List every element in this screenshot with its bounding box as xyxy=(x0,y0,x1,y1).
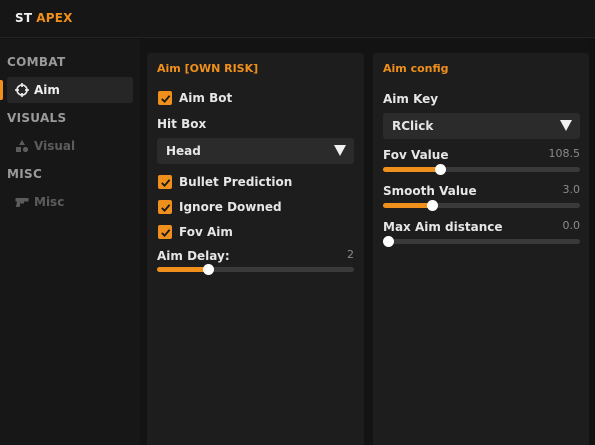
gun-icon xyxy=(15,195,29,209)
slider-handle[interactable] xyxy=(435,164,447,175)
check-icon xyxy=(158,225,172,239)
max-aim-distance-readout: 0.0 xyxy=(562,219,581,232)
aim-bot-checkbox[interactable]: Aim Bot xyxy=(158,91,232,105)
sidebar: COMBAT Aim VISUALS Visual MISC Misc xyxy=(0,39,140,445)
aim-config-title: Aim config xyxy=(383,62,449,75)
sidebar-item-aim[interactable]: Aim xyxy=(7,77,133,103)
app-title-part1: ST xyxy=(15,11,33,25)
title-bar: ST APEX xyxy=(0,0,595,38)
app-title: ST APEX xyxy=(15,11,73,25)
sidebar-section-visuals: VISUALS xyxy=(7,111,67,125)
bullet-prediction-checkbox[interactable]: Bullet Prediction xyxy=(158,175,292,189)
max-aim-distance-slider[interactable] xyxy=(383,236,580,247)
check-icon xyxy=(158,175,172,189)
sidebar-item-label: Aim xyxy=(34,83,60,97)
aim-panel: Aim [OWN RISK] Aim Bot Hit Box Head Bull… xyxy=(147,53,364,445)
smooth-value-label: Smooth Value xyxy=(383,184,477,198)
sidebar-item-misc[interactable]: Misc xyxy=(7,189,133,215)
check-icon xyxy=(158,91,172,105)
aim-bot-label: Aim Bot xyxy=(179,91,233,105)
sidebar-section-misc: MISC xyxy=(7,167,43,181)
aim-key-value: RClick xyxy=(392,119,434,133)
max-aim-distance-label: Max Aim distance xyxy=(383,220,503,234)
crosshair-icon xyxy=(15,83,29,97)
aim-panel-title: Aim [OWN RISK] xyxy=(157,62,259,75)
slider-fill xyxy=(383,167,441,172)
fov-aim-label: Fov Aim xyxy=(179,225,233,239)
slider-handle[interactable] xyxy=(427,200,439,211)
slider-fill xyxy=(383,203,433,208)
chevron-down-icon xyxy=(560,120,572,131)
slider-fill xyxy=(157,267,209,272)
smooth-value-readout: 3.0 xyxy=(562,183,581,196)
aim-delay-label: Aim Delay: xyxy=(157,249,230,263)
fov-value-label: Fov Value xyxy=(383,148,449,162)
sidebar-item-label: Visual xyxy=(34,139,76,153)
aim-config-panel: Aim config Aim Key RClick Fov Value 108.… xyxy=(373,53,589,445)
smooth-value-slider[interactable] xyxy=(383,200,580,211)
aim-delay-slider[interactable] xyxy=(157,264,354,275)
slider-handle[interactable] xyxy=(383,236,394,247)
hit-box-label: Hit Box xyxy=(157,117,207,131)
sidebar-section-combat: COMBAT xyxy=(7,55,66,69)
aim-delay-value: 2 xyxy=(347,248,354,261)
ignore-downed-label: Ignore Downed xyxy=(179,200,282,214)
sidebar-item-label: Misc xyxy=(34,195,65,209)
fov-value-readout: 108.5 xyxy=(548,147,581,160)
aim-key-select[interactable]: RClick xyxy=(383,113,580,139)
hit-box-select[interactable]: Head xyxy=(157,138,354,164)
hit-box-value: Head xyxy=(166,144,201,158)
active-indicator xyxy=(0,80,3,100)
check-icon xyxy=(158,200,172,214)
bullet-prediction-label: Bullet Prediction xyxy=(179,175,293,189)
fov-value-slider[interactable] xyxy=(383,164,580,175)
aim-key-label: Aim Key xyxy=(383,92,439,106)
slider-handle[interactable] xyxy=(203,264,215,275)
shapes-icon xyxy=(15,139,29,153)
sidebar-item-visual[interactable]: Visual xyxy=(7,133,133,159)
chevron-down-icon xyxy=(334,145,346,156)
ignore-downed-checkbox[interactable]: Ignore Downed xyxy=(158,200,282,214)
fov-aim-checkbox[interactable]: Fov Aim xyxy=(158,225,233,239)
window-edge xyxy=(589,39,595,445)
app-title-part2: APEX xyxy=(36,11,73,25)
